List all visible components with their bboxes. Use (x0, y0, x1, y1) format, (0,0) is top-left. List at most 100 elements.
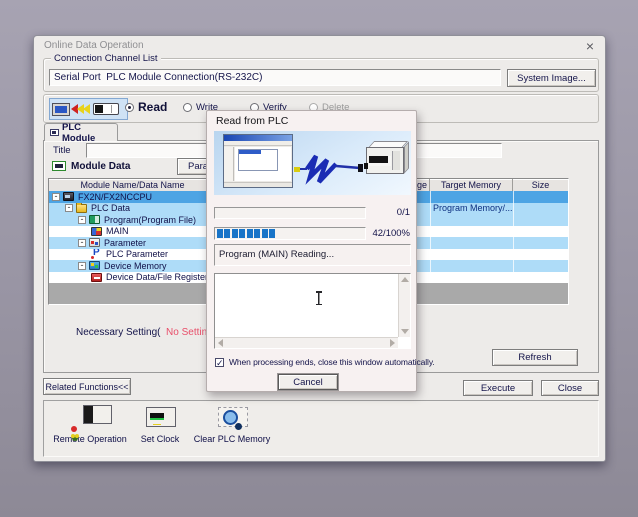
related-function-label: Clear PLC Memory (188, 434, 276, 444)
device-data-icon (91, 273, 102, 282)
connection-group-label: Connection Channel List (51, 53, 161, 64)
plc-front-face (366, 147, 404, 174)
radio-label: Read (138, 100, 167, 114)
expand-collapse-icon[interactable]: - (78, 216, 86, 224)
cpu-icon (63, 192, 74, 201)
row-label: Device Memory (104, 261, 167, 271)
progress-block (224, 229, 230, 238)
status-text: Program (MAIN) Reading... (219, 249, 334, 260)
connection-channel-input[interactable] (49, 69, 501, 86)
row-label: PLC Data (91, 203, 130, 213)
mini-window-statusbar (224, 182, 292, 187)
window-title: Online Data Operation (44, 40, 144, 51)
computer-screen-icon (223, 134, 293, 188)
parameter-folder-icon (89, 238, 100, 247)
ladder-program-icon (91, 227, 102, 236)
close-button[interactable]: Close (541, 380, 599, 396)
device-memory-folder-icon (89, 261, 100, 270)
related-function-label: Set Clock (134, 434, 186, 444)
module-data-label: Module Data (71, 161, 130, 172)
target-memory-value: Program Memory/... (433, 203, 513, 213)
expand-collapse-icon[interactable]: - (65, 204, 73, 212)
mini-inner-window (238, 149, 278, 171)
auto-close-row: ✓ When processing ends, close this windo… (215, 357, 435, 367)
clear-plc-memory-icon (210, 405, 254, 433)
related-function-label: Remote Operation (48, 434, 132, 444)
mini-window-menubar (224, 141, 292, 146)
column-header-module-name[interactable]: Module Name/Data Name (49, 179, 217, 191)
progress-block (217, 229, 223, 238)
related-clear-plc-memory-button[interactable]: Clear PLC Memory (188, 405, 276, 444)
related-set-clock-button[interactable]: Set Clock (134, 405, 186, 444)
arrow-left-yellow-icon (83, 104, 90, 114)
necessary-setting-prefix: Necessary Setting( (76, 327, 160, 338)
row-label: MAIN (106, 226, 129, 236)
set-clock-icon (138, 405, 182, 433)
column-divider (513, 191, 514, 283)
horizontal-scrollbar[interactable] (215, 337, 398, 348)
dialog-title: Read from PLC (216, 115, 288, 127)
plc-module-icon (93, 103, 119, 115)
scroll-down-icon[interactable] (401, 329, 409, 334)
read-direction-icon (49, 98, 128, 120)
progress-block (247, 229, 253, 238)
row-label: Device Data/File Register (106, 272, 208, 282)
connection-channel-group: Connection Channel List System Image... (43, 58, 599, 92)
scroll-left-icon[interactable] (218, 339, 223, 347)
column-divider (430, 191, 431, 283)
close-icon[interactable]: × (586, 38, 594, 54)
plc-device-icon (364, 139, 409, 179)
progress-block (254, 229, 260, 238)
row-label: Program(Program File) (104, 215, 196, 225)
lightning-connection-icon (294, 153, 364, 187)
row-label: Parameter (104, 238, 146, 248)
log-textarea[interactable] (214, 273, 411, 349)
remote-operation-icon (68, 405, 112, 433)
expand-collapse-icon[interactable]: - (78, 239, 86, 247)
cancel-button[interactable]: Cancel (278, 374, 338, 390)
related-functions-toggle-button[interactable]: Related Functions<< (43, 378, 131, 395)
computer-icon (52, 103, 70, 116)
execute-button[interactable]: Execute (463, 380, 533, 396)
plc-module-tab-icon (50, 129, 59, 136)
row-label: PLC Parameter (106, 249, 168, 259)
progress-block (262, 229, 268, 238)
scroll-up-icon[interactable] (401, 277, 409, 282)
refresh-button[interactable]: Refresh (492, 349, 578, 366)
mini-window-client (235, 147, 291, 181)
radio-circle-icon[interactable] (183, 103, 192, 112)
radio-read[interactable]: Read (125, 100, 167, 114)
auto-close-checkbox[interactable]: ✓ (215, 358, 224, 367)
progress-block (232, 229, 238, 238)
related-remote-operation-button[interactable]: Remote Operation (48, 405, 132, 444)
percent-progress-label: 42/100% (372, 228, 410, 239)
system-image-button[interactable]: System Image... (507, 69, 596, 87)
program-folder-icon (89, 215, 100, 224)
tab-plc-module[interactable]: PLC Module (44, 123, 118, 141)
radio-circle-icon[interactable] (125, 103, 134, 112)
percent-progress-bar (214, 227, 366, 240)
column-header-target-memory[interactable]: Target Memory (430, 179, 513, 191)
file-progress-bar (214, 207, 366, 219)
column-header-size[interactable]: Size (513, 179, 568, 191)
transfer-illustration (214, 131, 411, 195)
plc-side-face (404, 141, 409, 174)
tab-label: PLC Module (62, 122, 112, 144)
expand-collapse-icon[interactable]: - (78, 262, 86, 270)
file-progress-label: 0/1 (397, 207, 410, 218)
mini-window-sidebar (224, 147, 234, 181)
row-label: FX2N/FX2NCCPU (78, 192, 152, 202)
text-cursor-icon (315, 291, 323, 305)
module-data-icon (52, 161, 66, 171)
related-functions-panel: Remote OperationSet ClockClear PLC Memor… (43, 400, 599, 457)
progress-block (269, 229, 275, 238)
progress-block (239, 229, 245, 238)
title-label: Title (53, 145, 71, 156)
plc-port (364, 163, 368, 169)
plc-parameter-icon (91, 250, 102, 259)
vertical-scrollbar[interactable] (398, 274, 410, 337)
read-from-plc-dialog: Read from PLC 0/1 42/100% Prog (206, 110, 417, 392)
expand-collapse-icon[interactable]: - (52, 193, 60, 201)
scroll-right-icon[interactable] (390, 339, 395, 347)
status-box: Program (MAIN) Reading... (214, 244, 411, 266)
